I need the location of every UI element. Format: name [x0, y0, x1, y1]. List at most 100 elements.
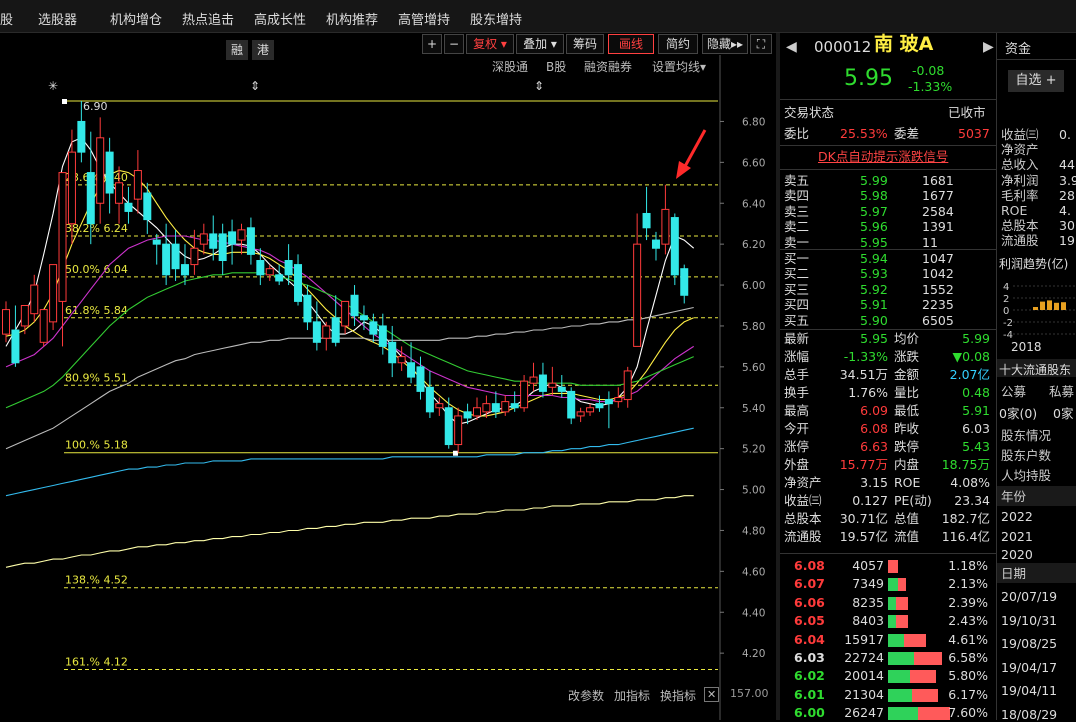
stat-label: 涨跌: [894, 349, 920, 364]
date-item[interactable]: 19/10/31: [1001, 613, 1057, 628]
stat-label: 内盘: [894, 457, 920, 472]
stat-value: 5.91: [962, 403, 990, 418]
zoom-out-button[interactable]: −: [444, 34, 464, 54]
hide-panel-button[interactable]: 隐藏▸▸: [702, 34, 748, 54]
stat-value: 0.48: [962, 385, 990, 400]
ask-label: 卖二: [784, 219, 810, 235]
fuquan-label: 复权: [473, 37, 498, 51]
nav-item-high-growth[interactable]: 高成长性: [254, 9, 306, 28]
trend-tick: -2: [1003, 318, 1013, 329]
edit-params-button[interactable]: 改参数: [568, 687, 604, 704]
dk-signal-link[interactable]: DK点自动提示涨跌信号: [818, 149, 948, 165]
stat-value: 23.34: [954, 493, 990, 508]
date-item[interactable]: 19/04/17: [1001, 660, 1057, 675]
overlay-dropdown[interactable]: 叠加 ▾: [516, 34, 564, 54]
tape-sell-bar: [888, 707, 918, 721]
tape-row: 6.07 7349 2.13%: [780, 575, 996, 593]
ask-volume: 1681: [922, 173, 954, 188]
change-indicator-button[interactable]: 换指标: [660, 687, 696, 704]
candle: [604, 391, 613, 429]
avg-holding-link[interactable]: 人均持股: [1001, 468, 1051, 483]
candle: [312, 301, 321, 351]
last-price: 5.95: [844, 66, 893, 91]
date-item[interactable]: 19/08/25: [1001, 636, 1057, 651]
profit-trend-title[interactable]: 利润趋势(亿): [999, 255, 1068, 272]
year-item[interactable]: 2022: [1001, 509, 1033, 524]
candle: [642, 186, 651, 241]
weibi-label: 委比: [784, 126, 810, 141]
close-icon[interactable]: ✕: [704, 687, 720, 702]
stat-label: 换手: [784, 385, 810, 400]
ask-price: 5.96: [860, 219, 888, 235]
tape-percent: 1.18%: [948, 558, 988, 573]
kline-chart[interactable]: 6.9023.6% 6.4038.2% 6.2450.0% 6.0461.8% …: [0, 55, 776, 720]
top10-holders-title[interactable]: 十大流通股东: [999, 361, 1071, 378]
candle: [661, 184, 670, 255]
hk-connect-tag[interactable]: 港: [252, 40, 274, 60]
fib-label: 50.0% 6.04: [65, 263, 128, 276]
year-item[interactable]: 2020: [1001, 547, 1033, 562]
stat-value: 5.43: [962, 439, 990, 454]
fullscreen-icon[interactable]: ⛶: [750, 34, 772, 54]
fin-label: 总股本: [1001, 218, 1039, 234]
nav-item-institution-increase[interactable]: 机构增仓: [110, 9, 162, 28]
bid-label: 买一: [784, 251, 810, 266]
stat-label: 最低: [894, 403, 920, 418]
nav-item-stock-picker[interactable]: 选股器: [38, 9, 77, 28]
bid-label: 买四: [784, 297, 810, 313]
date-item[interactable]: 20/07/19: [1001, 589, 1057, 604]
fin-value: 3.9: [1059, 172, 1076, 188]
low-marker: [453, 450, 458, 456]
date-item[interactable]: 18/08/29: [1001, 707, 1057, 722]
draw-line-button[interactable]: 画线: [608, 34, 654, 54]
tape-volume: 8235: [852, 594, 884, 610]
shareholder-info-link[interactable]: 股东情况: [1001, 428, 1051, 443]
weicha-label: 委差: [894, 126, 920, 141]
tape-row: 6.06 8235 2.39%: [780, 594, 996, 612]
stat-label: 流值: [894, 529, 920, 544]
double-chevron-right-icon: ▸▸: [730, 37, 744, 51]
stat-value: 6.03: [962, 421, 990, 436]
chevron-down-icon: ▾: [550, 37, 557, 51]
nav-item-shareholder-increase[interactable]: 股东增持: [470, 9, 522, 28]
fib-label: 80.9% 5.51: [65, 371, 128, 384]
add-watchlist-button[interactable]: 自选 +: [1008, 70, 1064, 92]
fin-value: 30.7: [1059, 218, 1076, 234]
margin-tag[interactable]: 融: [226, 40, 248, 60]
stat-value: 5.95: [860, 331, 888, 346]
tab-capital[interactable]: 资金: [1005, 38, 1031, 57]
trend-bar: [1061, 302, 1066, 310]
tape-percent: 4.61%: [948, 631, 988, 647]
y-tick-label: 6.00: [742, 280, 765, 292]
y-tick-label: 4.40: [742, 607, 765, 619]
y-tick-label: 4.60: [742, 566, 765, 578]
simple-mode-button[interactable]: 简约: [658, 34, 698, 54]
high-marker-label: 6.90: [83, 100, 108, 113]
tape-price: 6.06: [794, 594, 825, 610]
fuquan-dropdown[interactable]: 复权 ▾: [466, 34, 514, 54]
tape-sell-bar: [888, 596, 896, 610]
hide-label: 隐藏: [706, 37, 731, 51]
stat-value: 19.57亿: [839, 529, 888, 544]
year-item[interactable]: 2021: [1001, 529, 1033, 544]
prev-stock-icon[interactable]: ◀: [786, 39, 797, 55]
overlay-label: 叠加: [523, 37, 548, 51]
candle: [237, 223, 246, 255]
ask-volume: 1391: [922, 219, 954, 235]
candle: [567, 387, 576, 425]
fin-label: 流通股: [1001, 233, 1039, 249]
candle: [576, 407, 585, 423]
stat-label: 最高: [784, 403, 810, 418]
shareholder-count-link[interactable]: 股东户数: [1001, 448, 1051, 463]
next-stock-icon[interactable]: ▶: [983, 39, 994, 55]
candle: [397, 346, 406, 371]
nav-item-hotspot[interactable]: 热点追击: [182, 9, 234, 28]
nav-item-institution-recommend[interactable]: 机构推荐: [326, 9, 378, 28]
zoom-in-button[interactable]: +: [422, 34, 442, 54]
nav-item-stock[interactable]: 股: [0, 9, 13, 28]
fund-private-label: 私募: [1049, 384, 1075, 399]
chips-button[interactable]: 筹码: [566, 34, 604, 54]
date-item[interactable]: 19/04/11: [1001, 683, 1057, 698]
add-indicator-button[interactable]: 加指标: [614, 687, 650, 704]
nav-item-executive-increase[interactable]: 高管增持: [398, 9, 450, 28]
